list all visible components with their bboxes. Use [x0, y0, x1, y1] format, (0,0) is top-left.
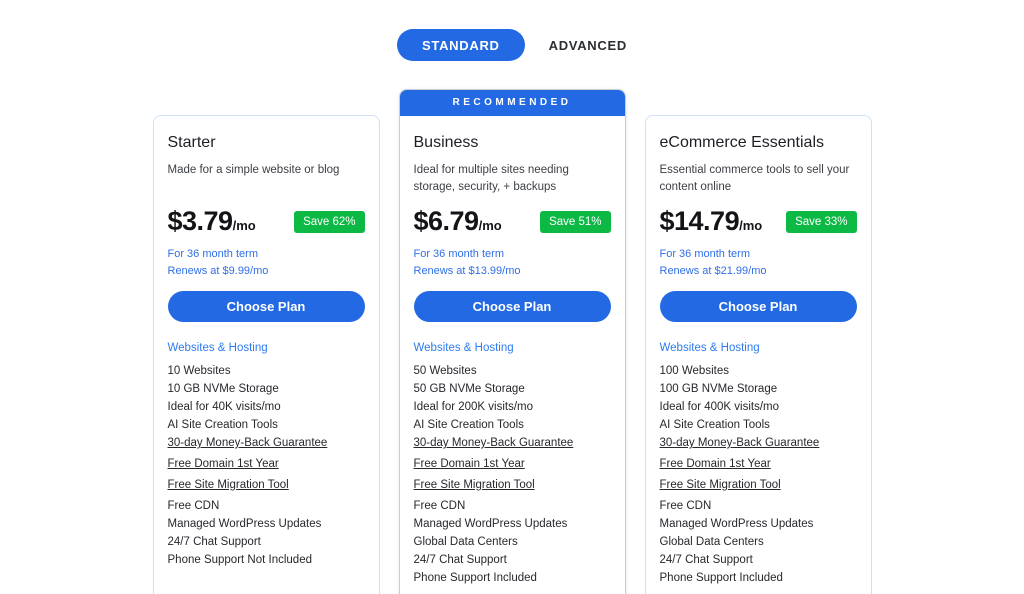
feature-sections: Websites & Hosting 100 Websites 100 GB NVM…: [660, 342, 857, 594]
term-label: For 36 month term: [414, 248, 611, 260]
feature-item: Managed WordPress Updates: [660, 518, 857, 531]
plan-name: Starter: [168, 134, 365, 152]
plan-name: Business: [414, 134, 611, 152]
price-amount: $3.79: [168, 206, 233, 236]
feature-item: Phone Support Included: [660, 572, 857, 585]
feature-item: AI Site Creation Tools: [660, 419, 857, 432]
feature-sections: Websites & Hosting 10 Websites 10 GB NVMe …: [168, 342, 365, 594]
save-badge: Save 33%: [786, 211, 856, 233]
plan-name: eCommerce Essentials: [660, 134, 857, 152]
feature-item: 10 Websites: [168, 365, 365, 378]
term-label: For 36 month term: [660, 248, 857, 260]
feature-item-link[interactable]: Free Domain 1st Year: [660, 458, 857, 471]
feature-section-title: Websites & Hosting: [168, 342, 365, 354]
feature-item: Managed WordPress Updates: [168, 518, 365, 531]
plan-type-toggle: STANDARD ADVANCED: [0, 29, 1024, 61]
tab-standard[interactable]: STANDARD: [397, 29, 525, 61]
feature-section: Websites & Hosting 100 Websites 100 GB NVM…: [660, 342, 857, 590]
choose-plan-button[interactable]: Choose Plan: [660, 291, 857, 322]
feature-item: 24/7 Chat Support: [660, 554, 857, 567]
feature-item: 24/7 Chat Support: [414, 554, 611, 567]
feature-item: Free CDN: [414, 500, 611, 513]
renewal-label: Renews at $21.99/mo: [660, 265, 857, 277]
feature-item: Free CDN: [660, 500, 857, 513]
plan-card-body: Starter Made for a simple website or blo…: [154, 116, 379, 594]
feature-item: AI Site Creation Tools: [414, 419, 611, 432]
price-period: /mo: [739, 218, 762, 233]
feature-item: Global Data Centers: [414, 536, 611, 549]
price-row: $6.79/mo Save 51%: [414, 206, 611, 237]
term-label: For 36 month term: [168, 248, 365, 260]
renewal-label: Renews at $9.99/mo: [168, 265, 365, 277]
plan-card: Starter Made for a simple website or blo…: [153, 115, 380, 594]
price-period: /mo: [233, 218, 256, 233]
feature-item-link[interactable]: Free Site Migration Tool: [660, 479, 857, 492]
plan-card-body: Business Ideal for multiple sites needin…: [400, 116, 625, 594]
feature-item: Phone Support Not Included: [168, 554, 365, 567]
price-row: $14.79/mo Save 33%: [660, 206, 857, 237]
feature-item: Global Data Centers: [660, 536, 857, 549]
save-badge: Save 51%: [540, 211, 610, 233]
renewal-label: Renews at $13.99/mo: [414, 265, 611, 277]
tab-advanced[interactable]: ADVANCED: [549, 38, 627, 53]
feature-section-title: Websites & Hosting: [414, 342, 611, 354]
feature-item: Ideal for 40K visits/mo: [168, 401, 365, 414]
feature-item: 10 GB NVMe Storage: [168, 383, 365, 396]
feature-item-link[interactable]: Free Domain 1st Year: [414, 458, 611, 471]
save-badge: Save 62%: [294, 211, 364, 233]
plan-price: $3.79/mo: [168, 206, 256, 237]
feature-item: Ideal for 400K visits/mo: [660, 401, 857, 414]
plan-description: Ideal for multiple sites needing storage…: [414, 162, 611, 196]
feature-sections: Websites & Hosting 50 Websites 50 GB NVMe …: [414, 342, 611, 594]
feature-item: AI Site Creation Tools: [168, 419, 365, 432]
choose-plan-button[interactable]: Choose Plan: [414, 291, 611, 322]
feature-item-link[interactable]: Free Site Migration Tool: [168, 479, 365, 492]
feature-item-link[interactable]: Free Domain 1st Year: [168, 458, 365, 471]
feature-item-link[interactable]: 30-day Money-Back Guarantee: [660, 437, 857, 450]
feature-item: Phone Support Included: [414, 572, 611, 585]
feature-item: Ideal for 200K visits/mo: [414, 401, 611, 414]
plan-card-body: eCommerce Essentials Essential commerce …: [646, 116, 871, 594]
feature-section: Websites & Hosting 50 Websites 50 GB NVMe …: [414, 342, 611, 590]
feature-item: 50 GB NVMe Storage: [414, 383, 611, 396]
plan-card: eCommerce Essentials Essential commerce …: [645, 115, 872, 594]
feature-item: Managed WordPress Updates: [414, 518, 611, 531]
feature-item: Free CDN: [168, 500, 365, 513]
recommended-banner: RECOMMENDED: [400, 90, 625, 116]
plan-price: $6.79/mo: [414, 206, 502, 237]
price-amount: $6.79: [414, 206, 479, 236]
plan-price: $14.79/mo: [660, 206, 763, 237]
plan-description: Made for a simple website or blog: [168, 162, 365, 196]
feature-item: 50 Websites: [414, 365, 611, 378]
feature-section-title: Websites & Hosting: [660, 342, 857, 354]
feature-item-link[interactable]: Free Site Migration Tool: [414, 479, 611, 492]
choose-plan-button[interactable]: Choose Plan: [168, 291, 365, 322]
feature-item: 100 Websites: [660, 365, 857, 378]
pricing-cards: Starter Made for a simple website or blo…: [0, 89, 1024, 594]
feature-item-link[interactable]: 30-day Money-Back Guarantee: [168, 437, 365, 450]
feature-item-link[interactable]: 30-day Money-Back Guarantee: [414, 437, 611, 450]
price-period: /mo: [479, 218, 502, 233]
plan-card: RECOMMENDED Business Ideal for multiple …: [399, 89, 626, 594]
price-row: $3.79/mo Save 62%: [168, 206, 365, 237]
feature-item: 24/7 Chat Support: [168, 536, 365, 549]
feature-item: 100 GB NVMe Storage: [660, 383, 857, 396]
plan-description: Essential commerce tools to sell your co…: [660, 162, 857, 196]
feature-section: Websites & Hosting 10 Websites 10 GB NVMe …: [168, 342, 365, 572]
price-amount: $14.79: [660, 206, 740, 236]
